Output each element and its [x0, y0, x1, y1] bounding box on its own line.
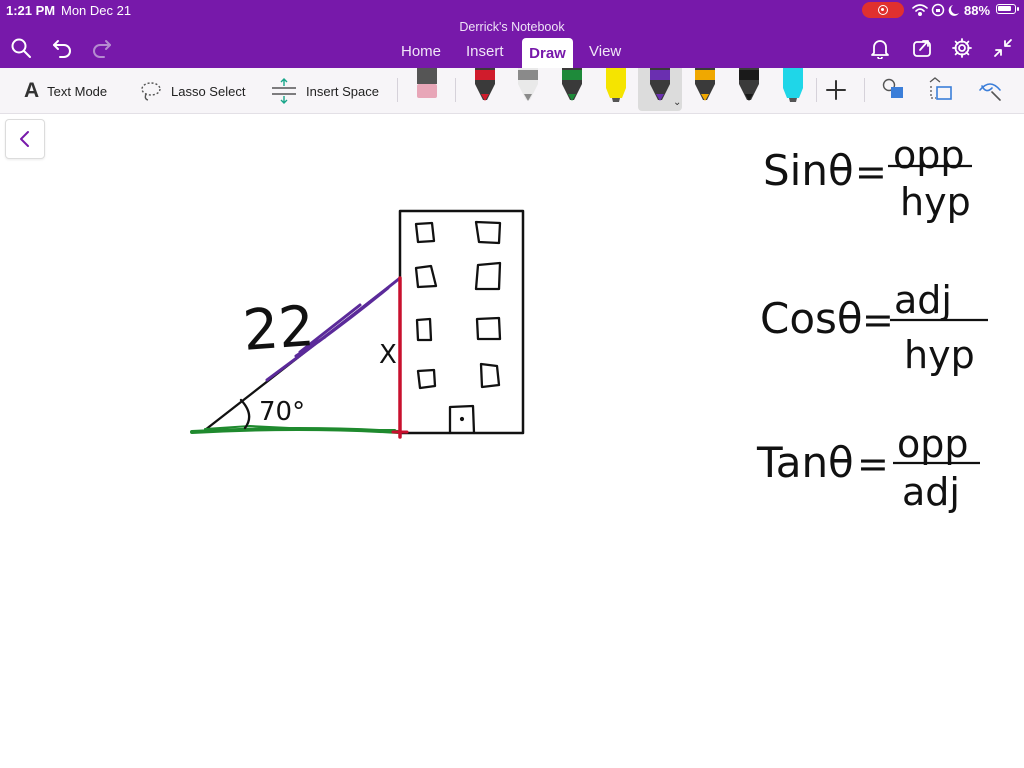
tab-draw[interactable]: Draw	[522, 38, 573, 68]
battery-percentage: 88%	[964, 3, 991, 18]
yellow-highlighter-tool[interactable]	[601, 68, 631, 108]
collapse-icon[interactable]	[990, 35, 1016, 61]
chevron-down-icon[interactable]: ⌄	[673, 97, 681, 108]
bell-icon[interactable]	[867, 35, 893, 61]
formula-1-equals: =	[855, 150, 887, 194]
wifi-icon	[912, 4, 928, 17]
formula-2-denominator: hyp	[904, 333, 975, 377]
note-canvas[interactable]: 22 70° X Sinθ = opphypCosθ = adjhypTanθ = oppa…	[0, 114, 1024, 768]
gear-icon[interactable]	[949, 35, 975, 61]
cyan-highlighter-tool[interactable]	[778, 68, 808, 108]
status-date: Mon Dec 21	[61, 3, 132, 18]
text-mode-label: Text Mode	[47, 83, 108, 99]
moon-icon	[948, 5, 959, 16]
formula-1-denominator: hyp	[900, 180, 971, 224]
insert-space-icon	[272, 78, 296, 104]
red-pen-tool[interactable]	[470, 68, 500, 108]
door-knob	[459, 416, 465, 422]
building-outline	[398, 209, 525, 435]
redo-icon[interactable]	[89, 35, 115, 61]
lasso-select-button[interactable]: Lasso Select	[139, 78, 245, 104]
eraser-tool[interactable]	[412, 68, 442, 108]
formula-3-numerator: opp	[897, 422, 969, 466]
tab-view[interactable]: View	[589, 43, 621, 60]
plus-icon	[826, 80, 846, 100]
angle-arc	[239, 398, 251, 430]
black-pen-tool[interactable]	[734, 68, 764, 108]
undo-icon[interactable]	[49, 35, 75, 61]
ink-to-shape-button[interactable]	[927, 76, 955, 104]
insert-space-label: Insert Space	[306, 83, 379, 99]
status-time: 1:21 PM	[6, 3, 56, 18]
purple-pen-tool[interactable]: ⌄	[645, 68, 681, 108]
orange-pen-tool[interactable]	[690, 68, 720, 108]
add-pen-button[interactable]	[822, 76, 850, 104]
ink-to-shape-icon	[929, 77, 952, 100]
insert-space-button[interactable]: Insert Space	[270, 78, 379, 104]
app-header: 1:21 PM Mon Dec 21 Derrick's Notebook 88…	[0, 0, 1024, 68]
hypotenuse-label: 22	[241, 294, 317, 364]
ink-to-text-icon	[979, 83, 1001, 101]
notebook-title: Derrick's Notebook	[459, 20, 565, 34]
lasso-select-label: Lasso Select	[171, 83, 246, 99]
text-mode-icon: A	[24, 79, 40, 102]
status-icons	[912, 2, 964, 23]
screen-recording-indicator[interactable]	[862, 2, 904, 18]
green-pen-tool[interactable]	[557, 68, 587, 108]
formula-3-denominator: adj	[902, 470, 960, 514]
toolbar-divider	[816, 78, 817, 102]
ink-to-text-button[interactable]	[976, 76, 1004, 104]
opposite-label: X	[379, 340, 397, 370]
toolbar-divider	[397, 78, 398, 102]
search-icon[interactable]	[8, 35, 34, 61]
record-icon	[878, 5, 888, 15]
building-windows	[414, 220, 502, 390]
formula-3-equals: =	[857, 442, 889, 486]
angle-label: 70°	[259, 397, 305, 427]
toolbar-divider	[864, 78, 865, 102]
formula-2-equals: =	[862, 298, 894, 342]
battery-icon	[996, 4, 1019, 14]
shapes-icon	[882, 78, 903, 98]
share-icon[interactable]	[909, 35, 935, 61]
formula-1-name: Sinθ	[763, 146, 854, 195]
lasso-icon	[141, 82, 161, 101]
shapes-button[interactable]	[880, 76, 908, 104]
orientation-lock-icon	[931, 3, 945, 17]
gray-pencil-tool[interactable]	[513, 68, 543, 108]
formula-2-numerator: adj	[894, 278, 952, 322]
formula-3-name: Tanθ	[756, 438, 854, 487]
tab-home[interactable]: Home	[401, 43, 441, 60]
draw-toolbar: A Text Mode Lasso Select Insert Space ⌄	[0, 68, 1024, 114]
formula-1-numerator: opp	[893, 133, 965, 177]
formula-2-name: Cosθ	[760, 294, 863, 343]
tab-insert[interactable]: Insert	[466, 43, 504, 60]
toolbar-divider	[455, 78, 456, 102]
text-mode-button[interactable]: A Text Mode	[24, 78, 107, 104]
